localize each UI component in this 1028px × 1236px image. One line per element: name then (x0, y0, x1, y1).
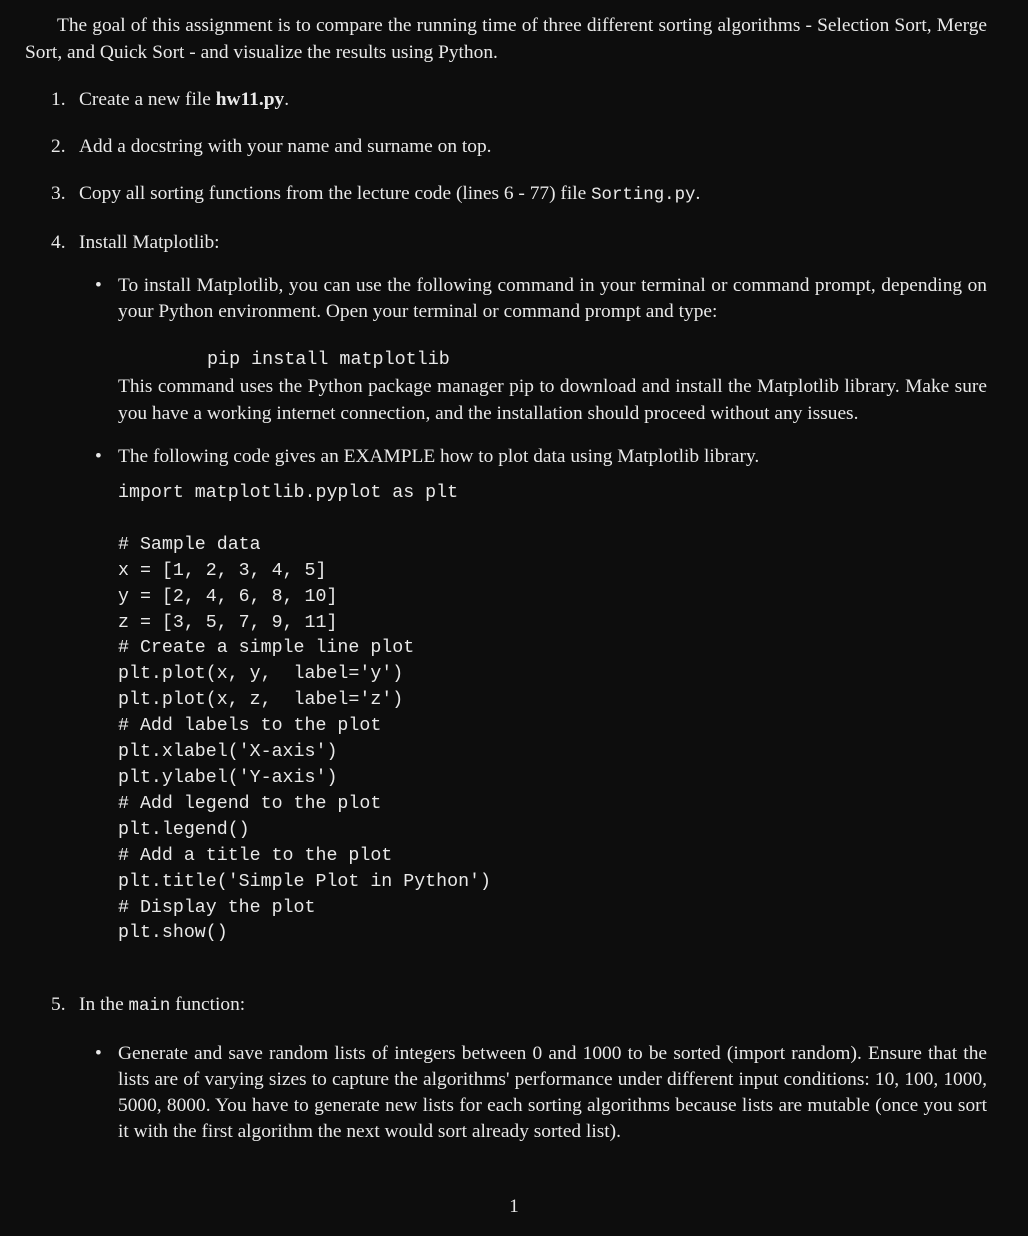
assignment-steps-list: 1. Create a new file hw11.py. 2. Add a d… (25, 86, 987, 1145)
document-body: The goal of this assignment is to compar… (25, 12, 987, 1145)
step-3-filename: Sorting.py (591, 186, 696, 205)
step-4-bullet-1-followup: This command uses the Python package man… (118, 376, 987, 424)
step-1-text-before: Create a new file (79, 89, 216, 110)
pip-install-command: pip install matplotlib (207, 349, 450, 370)
step-2-marker: 2. (51, 136, 66, 157)
step-1-text-after: . (284, 89, 290, 110)
document-page: The goal of this assignment is to compar… (0, 0, 1028, 1236)
intro-paragraph: The goal of this assignment is to compar… (25, 15, 987, 63)
step-2-text: Add a docstring with your name and surna… (79, 136, 492, 157)
step-4-bullet-1-text: To install Matplotlib, you can use the f… (118, 275, 987, 322)
step-5-main-keyword: main (128, 997, 171, 1017)
step-5-text-before: In the (79, 994, 129, 1016)
step-1-marker: 1. (51, 89, 66, 110)
step-5-bullets: • Generate and save random lists of inte… (79, 1041, 987, 1145)
step-3-text: Copy all sorting functions from the lect… (79, 180, 987, 209)
step-1-text: Create a new file hw11.py. (79, 86, 987, 113)
step-4-text: Install Matplotlib: (79, 232, 220, 253)
step-5-text: In the main function: (79, 991, 987, 1020)
step-5-bullet-1: • Generate and save random lists of inte… (79, 1041, 987, 1145)
step-2: 2. Add a docstring with your name and su… (25, 133, 987, 160)
bullet-icon: • (95, 1043, 102, 1065)
step-1-filename: hw11.py (215, 89, 285, 110)
bullet-icon: • (95, 446, 102, 467)
step-5-bullet-1-text: Generate and save random lists of intege… (118, 1043, 987, 1143)
step-4-bullet-1: • To install Matplotlib, you can use the… (79, 273, 987, 427)
page-number: 1 (509, 1196, 519, 1217)
step-3-text-after: . (695, 183, 701, 204)
step-3: 3. Copy all sorting functions from the l… (25, 180, 987, 209)
step-4-bullet-2-text: The following code gives an EXAMPLE how … (118, 446, 760, 467)
step-5-marker: 5. (51, 994, 66, 1016)
step-1: 1. Create a new file hw11.py. (25, 86, 987, 113)
step-3-text-before: Copy all sorting functions from the lect… (79, 183, 592, 204)
bullet-icon: • (95, 275, 102, 296)
step-4-marker: 4. (51, 232, 66, 253)
step-4: 4. Install Matplotlib: • To install Matp… (25, 229, 987, 947)
step-3-marker: 3. (51, 183, 66, 204)
step-5: 5. In the main function: • Generate and … (25, 991, 987, 1145)
matplotlib-example-code: import matplotlib.pyplot as plt # Sample… (118, 483, 491, 944)
step-5-text-after: function: (170, 994, 246, 1016)
step-4-bullet-2: • The following code gives an EXAMPLE ho… (79, 444, 987, 947)
step-4-bullets: • To install Matplotlib, you can use the… (79, 273, 987, 947)
